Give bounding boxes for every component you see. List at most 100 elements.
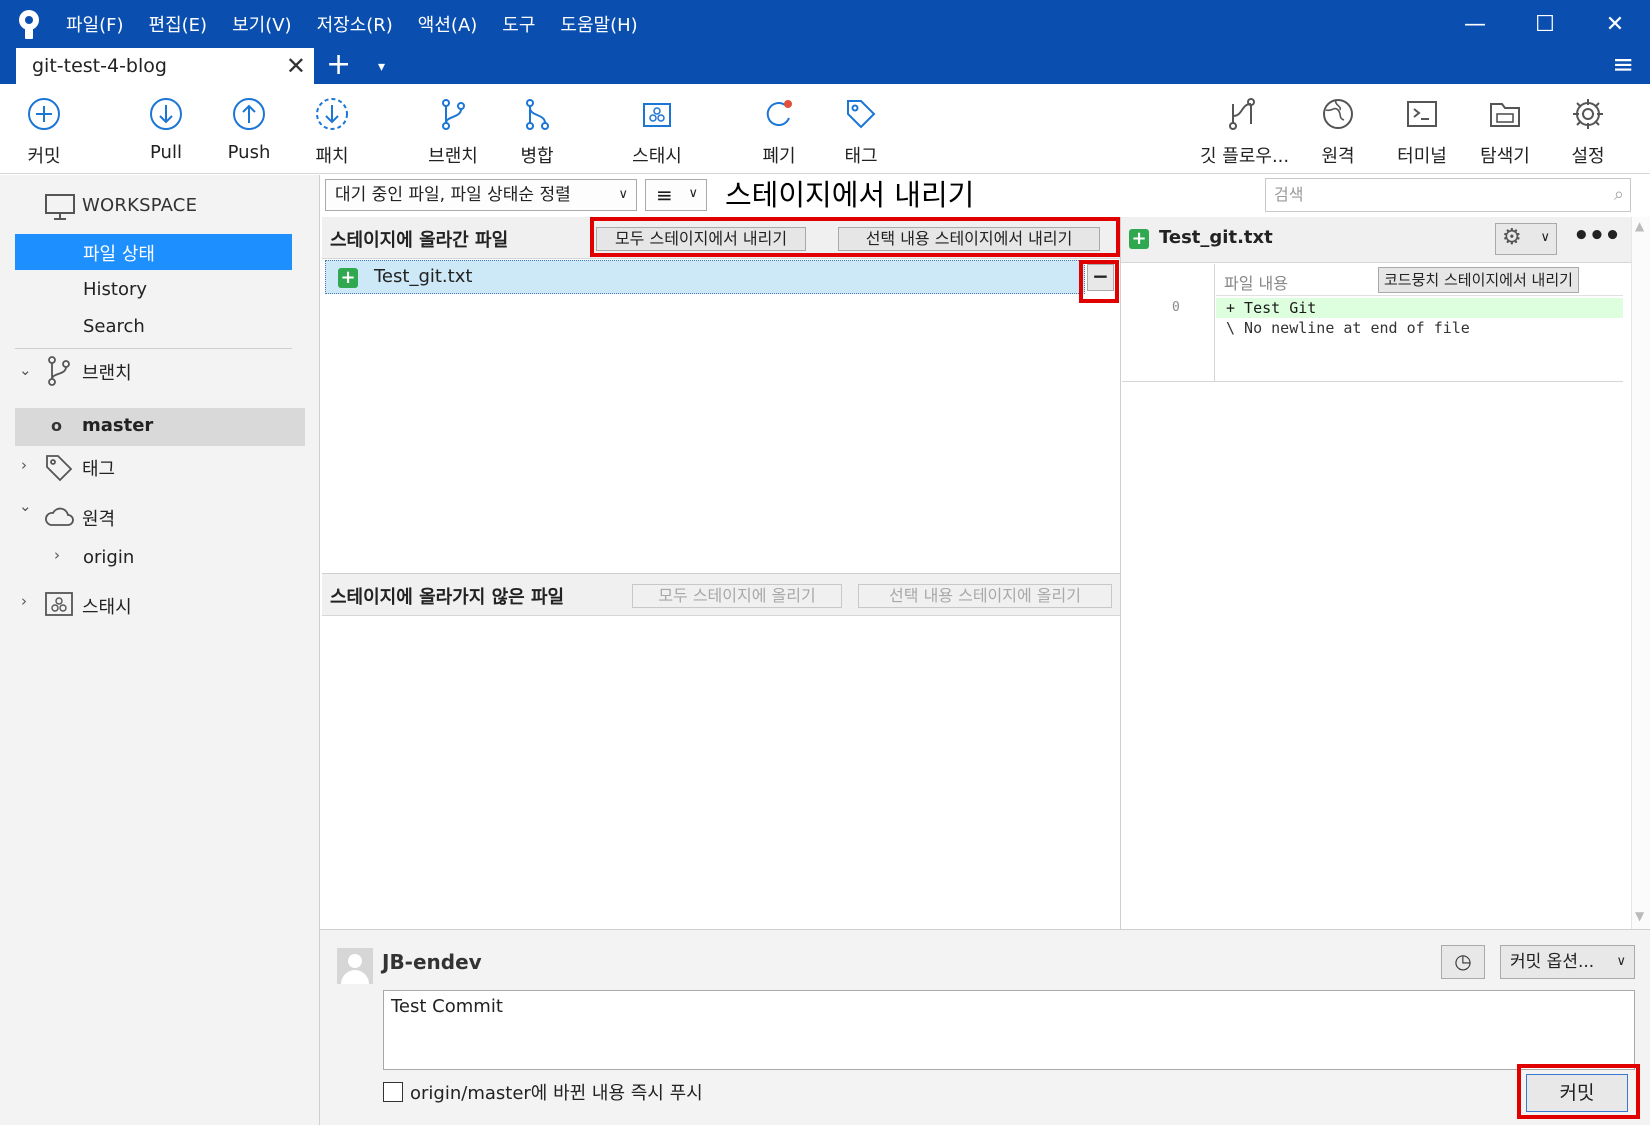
commit-toolbar-button[interactable]: 커밋 xyxy=(2,84,86,174)
arrow-up-circle-icon xyxy=(233,98,265,130)
list-view-icon: ≡ xyxy=(656,183,673,207)
sidebar-item-history[interactable]: History xyxy=(83,279,147,300)
branch-button[interactable]: 브랜치 xyxy=(411,84,495,174)
tag-button[interactable]: 태그 xyxy=(819,84,903,174)
gitflow-button[interactable]: 깃 플로우... xyxy=(1200,84,1289,174)
pane-splitter[interactable] xyxy=(1120,217,1121,929)
menu-file[interactable]: 파일(F) xyxy=(66,11,124,37)
sidebar-section-remotes[interactable]: 원격 xyxy=(82,505,115,531)
push-immediately-checkbox[interactable] xyxy=(383,1082,403,1102)
view-mode-dropdown[interactable]: ≡ ∨ xyxy=(645,179,707,211)
menu-view[interactable]: 보기(V) xyxy=(232,11,291,37)
terminal-button[interactable]: 터미널 xyxy=(1380,84,1464,174)
branch-label: 브랜치 xyxy=(428,146,478,167)
file-added-icon: + xyxy=(338,268,358,288)
scroll-up-icon[interactable]: ▲ xyxy=(1635,219,1644,233)
chevron-right-icon[interactable]: › xyxy=(54,546,60,564)
pull-label: Pull xyxy=(150,142,182,163)
chevron-down-icon: ∨ xyxy=(1616,954,1626,969)
commit-toolbar-label: 커밋 xyxy=(27,146,61,167)
chevron-down-icon: ∨ xyxy=(688,186,698,201)
repo-tab[interactable]: git-test-4-blog ✕ xyxy=(16,48,314,84)
gitflow-icon xyxy=(1229,98,1255,130)
more-options-icon[interactable]: ••• xyxy=(1573,221,1621,251)
pull-button[interactable]: Pull xyxy=(124,84,208,174)
sidebar-section-stashes[interactable]: 스태시 xyxy=(82,593,132,619)
unstaged-header: 스테이지에 올라가지 않은 파일 모두 스테이지에 올리기 선택 내용 스테이지… xyxy=(322,574,1120,616)
fetch-icon xyxy=(316,98,348,130)
sidebar-divider xyxy=(15,348,292,349)
scroll-down-icon[interactable]: ▼ xyxy=(1635,909,1644,923)
push-button[interactable]: Push xyxy=(207,84,291,174)
settings-button[interactable]: 설정 xyxy=(1546,84,1630,174)
tab-dropdown-icon[interactable]: ▾ xyxy=(378,52,385,82)
diff-scrollbar[interactable]: ▲ ▼ xyxy=(1631,217,1650,929)
stage-all-button[interactable]: 모두 스테이지에 올리기 xyxy=(632,584,842,608)
push-label: Push xyxy=(227,142,271,163)
tag-icon xyxy=(46,455,73,482)
highlight-unstage-file xyxy=(1079,260,1119,303)
staged-file-row[interactable]: + Test_git.txt xyxy=(325,260,1085,294)
explorer-button[interactable]: 탐색기 xyxy=(1463,84,1547,174)
unstaged-files-pane: 스테이지에 올라가지 않은 파일 모두 스테이지에 올리기 선택 내용 스테이지… xyxy=(322,573,1120,929)
explorer-label: 탐색기 xyxy=(1480,146,1530,167)
unstaged-title: 스테이지에 올라가지 않은 파일 xyxy=(330,587,565,608)
sourcetree-logo-icon xyxy=(19,10,39,39)
maximize-icon: ☐ xyxy=(1535,11,1555,37)
discard-icon xyxy=(766,100,792,127)
annotation-caption: 스테이지에서 내리기 xyxy=(725,178,975,212)
merge-icon xyxy=(526,99,549,130)
menu-edit[interactable]: 편집(E) xyxy=(149,11,208,37)
unstage-hunk-button[interactable]: 코드뭉치 스테이지에서 내리기 xyxy=(1378,267,1579,293)
plus-circle-icon xyxy=(28,98,60,130)
fetch-label: 패치 xyxy=(315,146,349,167)
menu-tools[interactable]: 도구 xyxy=(502,11,535,37)
gear-icon xyxy=(1573,99,1603,129)
commit-options-dropdown[interactable]: 커밋 옵션... ∨ xyxy=(1500,945,1635,979)
menu-repository[interactable]: 저장소(R) xyxy=(317,11,393,37)
sidebar-item-file-status[interactable]: 파일 상태 xyxy=(15,234,292,270)
maximize-button[interactable]: ☐ xyxy=(1510,0,1580,48)
sidebar-section-branches[interactable]: 브랜치 xyxy=(82,359,132,385)
chevron-down-icon[interactable]: ⌄ xyxy=(19,361,32,379)
menu-actions[interactable]: 액션(A) xyxy=(418,11,477,37)
sidebar-section-tags[interactable]: 태그 xyxy=(82,455,115,481)
fetch-button[interactable]: 패치 xyxy=(290,84,374,174)
chevron-right-icon[interactable]: › xyxy=(21,592,27,610)
sort-dropdown[interactable]: 대기 중인 파일, 파일 상태순 정렬 ∨ xyxy=(325,179,637,211)
branch-name: master xyxy=(82,415,154,436)
sidebar-item-search[interactable]: Search xyxy=(83,316,145,337)
add-tab-icon[interactable]: + xyxy=(326,48,351,82)
current-branch-icon: o xyxy=(51,416,62,435)
minimize-button[interactable]: — xyxy=(1440,0,1510,48)
filter-bar: 대기 중인 파일, 파일 상태순 정렬 ∨ ≡ ∨ 스테이지에서 내리기 검색 … xyxy=(320,175,1650,217)
commit-message-input[interactable]: Test Commit xyxy=(383,990,1635,1070)
tab-close-icon[interactable]: ✕ xyxy=(286,52,306,80)
hunk-header: 파일 내용 코드뭉치 스테이지에서 내리기 xyxy=(1216,264,1623,296)
sourcetree-window: 파일(F) 편집(E) 보기(V) 저장소(R) 액션(A) 도구 도움말(H)… xyxy=(0,0,1650,1125)
staged-files-pane: 스테이지에 올라간 파일 모두 스테이지에서 내리기 선택 내용 스테이지에서 … xyxy=(322,217,1120,573)
menu-bar: 파일(F) 편집(E) 보기(V) 저장소(R) 액션(A) 도구 도움말(H) xyxy=(66,0,663,48)
clock-icon: ◷ xyxy=(1454,949,1472,973)
remote-button[interactable]: 원격 xyxy=(1296,84,1380,174)
stash-button[interactable]: 스태시 xyxy=(615,84,699,174)
tag-icon xyxy=(847,100,876,129)
close-window-button[interactable]: ✕ xyxy=(1580,0,1650,48)
sidebar-item-origin[interactable]: origin xyxy=(83,547,134,568)
menu-help[interactable]: 도움말(H) xyxy=(560,11,637,37)
diff-options-dropdown[interactable]: ⚙ ∨ xyxy=(1495,223,1557,255)
stage-selected-button[interactable]: 선택 내용 스테이지에 올리기 xyxy=(858,584,1112,608)
chevron-right-icon[interactable]: › xyxy=(21,456,27,474)
chevron-down-icon[interactable]: ⌄ xyxy=(19,497,32,515)
toolbar: 커밋 Pull Push 패치 브랜치 병합 스태시 폐기 태그 깃 플로우..… xyxy=(0,84,1650,174)
line-number-gutter xyxy=(1122,264,1215,382)
search-input[interactable]: 검색 ⌕ xyxy=(1265,178,1631,212)
hamburger-menu-icon[interactable]: ≡ xyxy=(1612,50,1634,80)
merge-button[interactable]: 병합 xyxy=(495,84,579,174)
commit-history-button[interactable]: ◷ xyxy=(1441,945,1485,979)
terminal-icon xyxy=(1407,101,1437,127)
discard-button[interactable]: 폐기 xyxy=(737,84,821,174)
sidebar-item-master[interactable]: o master xyxy=(15,408,305,446)
remote-label: 원격 xyxy=(1321,146,1355,167)
cloud-icon xyxy=(45,507,74,526)
